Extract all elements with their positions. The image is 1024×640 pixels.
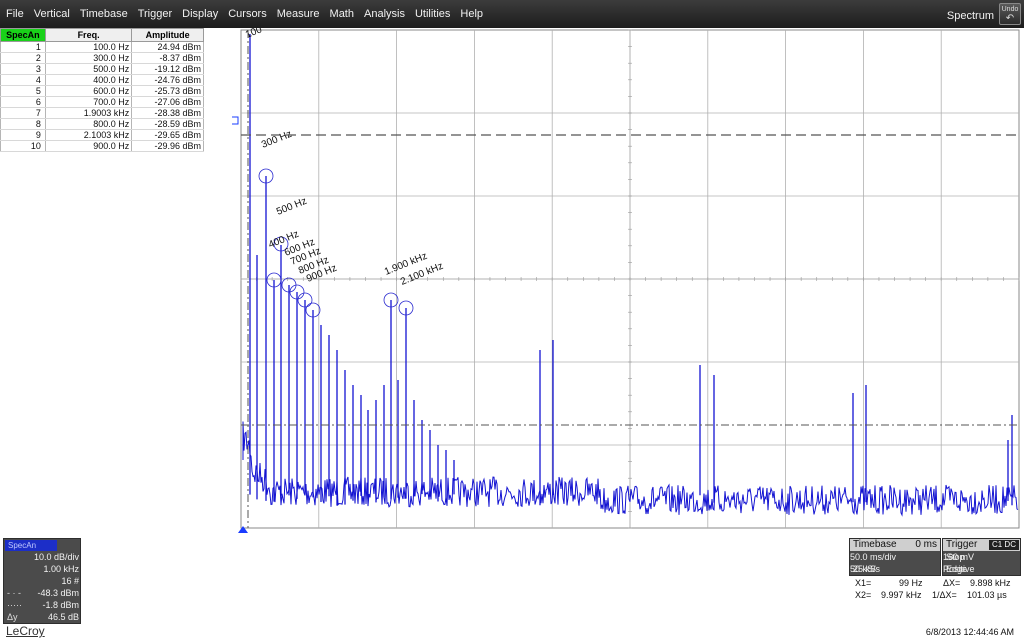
peak-table-header: SpecAn Freq. Amplitude: [0, 28, 204, 42]
cursor-y1-readout: - · - -48.3 dBm: [7, 588, 79, 598]
delta-y-readout: Δy 46.5 dB: [7, 612, 79, 622]
menu-analysis[interactable]: Analysis: [359, 0, 410, 28]
timebase-scale: 50.0 ms/div: [850, 552, 897, 562]
timebase-rate: 50 kS/s: [850, 564, 881, 574]
row-frequency: 500.0 Hz: [44, 63, 133, 75]
trigger-descriptor[interactable]: Trigger C1 DC Stop 160 mV Edge Positive: [942, 538, 1021, 576]
table-row[interactable]: 10 900.0 Hz -29.96 dBm: [0, 140, 204, 152]
row-amplitude: -28.38 dBm: [131, 107, 204, 119]
table-row[interactable]: 6 700.0 Hz -27.06 dBm: [0, 96, 204, 108]
x1-value: 99 Hz: [899, 578, 923, 588]
trace-offset-marker: [232, 116, 239, 125]
menu-help[interactable]: Help: [455, 0, 488, 28]
row-frequency: 700.0 Hz: [44, 96, 133, 108]
table-row[interactable]: 9 2.1003 kHz -29.65 dBm: [0, 129, 204, 141]
table-row[interactable]: 8 800.0 Hz -28.59 dBm: [0, 118, 204, 130]
trace-descriptor[interactable]: SpecAn 10.0 dB/div 1.00 kHz 16 # - · - -4…: [3, 538, 81, 624]
header-amplitude[interactable]: Amplitude: [131, 28, 204, 42]
header-freq[interactable]: Freq.: [44, 28, 133, 42]
row-index: 9: [0, 129, 46, 141]
dx-value: 9.898 kHz: [970, 578, 1011, 588]
table-row[interactable]: 7 1.9003 kHz -28.38 dBm: [0, 107, 204, 119]
row-amplitude: 24.94 dBm: [131, 41, 204, 53]
timestamp: 6/8/2013 12:44:46 AM: [925, 627, 1014, 637]
trace-label: SpecAn: [5, 540, 57, 551]
plot-grid: [240, 29, 1020, 529]
row-amplitude: -29.65 dBm: [131, 129, 204, 141]
undo-label: Undo: [1001, 6, 1019, 13]
row-frequency: 800.0 Hz: [44, 118, 133, 130]
timebase-descriptor[interactable]: Timebase 0 ms 50.0 ms/div 25 kS 50 kS/s: [849, 538, 941, 576]
trigger-position-marker: [238, 526, 248, 533]
row-frequency: 1.9003 kHz: [44, 107, 133, 119]
trigger-source-badge: C1 DC: [989, 540, 1019, 550]
menu-trigger[interactable]: Trigger: [133, 0, 177, 28]
x2-value: 9.997 kHz: [881, 590, 922, 600]
menu-timebase[interactable]: Timebase: [75, 0, 133, 28]
menu-file[interactable]: File: [0, 0, 29, 28]
menu-display[interactable]: Display: [177, 0, 223, 28]
row-frequency: 2.1003 kHz: [44, 129, 133, 141]
table-row[interactable]: 5 600.0 Hz -25.73 dBm: [0, 85, 204, 97]
cursor-readout: X1= 99 Hz ΔX= 9.898 kHz X2= 9.997 kHz 1/…: [849, 576, 1021, 602]
row-amplitude: -24.76 dBm: [131, 74, 204, 86]
row-index: 8: [0, 118, 46, 130]
header-specan[interactable]: SpecAn: [0, 28, 46, 42]
table-row[interactable]: 4 400.0 Hz -24.76 dBm: [0, 74, 204, 86]
menu-cursors[interactable]: Cursors: [223, 0, 272, 28]
peak-label: 100: [244, 28, 264, 41]
cursor-y2-readout: ····· -1.8 dBm: [7, 600, 79, 610]
table-row[interactable]: 1 100.0 Hz 24.94 dBm: [0, 41, 204, 53]
sweep-count: 16 #: [61, 576, 79, 586]
brand-logo: LeCroy: [6, 624, 45, 638]
row-amplitude: -27.06 dBm: [131, 96, 204, 108]
row-frequency: 300.0 Hz: [44, 52, 133, 64]
dx-label: ΔX=: [943, 578, 961, 588]
table-row[interactable]: 2 300.0 Hz -8.37 dBm: [0, 52, 204, 64]
undo-button[interactable]: Undo ↶: [999, 3, 1021, 25]
table-row[interactable]: 3 500.0 Hz -19.12 dBm: [0, 63, 204, 75]
row-frequency: 100.0 Hz: [44, 41, 133, 53]
menu-measure[interactable]: Measure: [272, 0, 325, 28]
row-index: 10: [0, 140, 46, 152]
row-amplitude: -8.37 dBm: [131, 52, 204, 64]
row-index: 2: [0, 52, 46, 64]
horizontal-scale: 1.00 kHz: [43, 564, 79, 574]
row-amplitude: -29.96 dBm: [131, 140, 204, 152]
x2-label: X2=: [855, 590, 872, 600]
trigger-slope: Positive: [943, 564, 975, 574]
row-index: 1: [0, 41, 46, 53]
row-amplitude: -25.73 dBm: [131, 85, 204, 97]
undo-icon: ↶: [1005, 13, 1015, 24]
peak-table: SpecAn Freq. Amplitude 1 100.0 Hz 24.94 dB…: [0, 28, 204, 152]
row-frequency: 400.0 Hz: [44, 74, 133, 86]
peak-label: 300 Hz: [260, 129, 294, 151]
menu-vertical[interactable]: Vertical: [29, 0, 75, 28]
row-index: 7: [0, 107, 46, 119]
oscilloscope-window: { "menu": ["File", "Vertical", "Timebase…: [0, 0, 1024, 640]
menu-bar: File Vertical Timebase Trigger Display C…: [0, 0, 1024, 28]
x1-label: X1=: [855, 578, 872, 588]
row-amplitude: -28.59 dBm: [131, 118, 204, 130]
plot-overlay: [232, 30, 1019, 533]
peak-label: 500 Hz: [275, 196, 309, 218]
row-frequency: 900.0 Hz: [44, 140, 133, 152]
row-index: 6: [0, 96, 46, 108]
row-frequency: 600.0 Hz: [44, 85, 133, 97]
inv-dx-value: 101.03 µs: [967, 590, 1007, 600]
row-index: 5: [0, 85, 46, 97]
row-index: 4: [0, 74, 46, 86]
menu-utilities[interactable]: Utilities: [410, 0, 455, 28]
trigger-level: 160 mV: [943, 552, 975, 562]
menu-math[interactable]: Math: [325, 0, 359, 28]
peak-markers: 100300 Hz500 Hz400 Hz600 Hz700 Hz800 Hz9…: [244, 28, 1013, 506]
row-amplitude: -19.12 dBm: [131, 63, 204, 75]
vertical-scale: 10.0 dB/div: [33, 552, 79, 562]
timebase-title: Timebase 0 ms: [850, 539, 940, 551]
inv-dx-label: 1/ΔX=: [932, 590, 957, 600]
row-index: 3: [0, 63, 46, 75]
